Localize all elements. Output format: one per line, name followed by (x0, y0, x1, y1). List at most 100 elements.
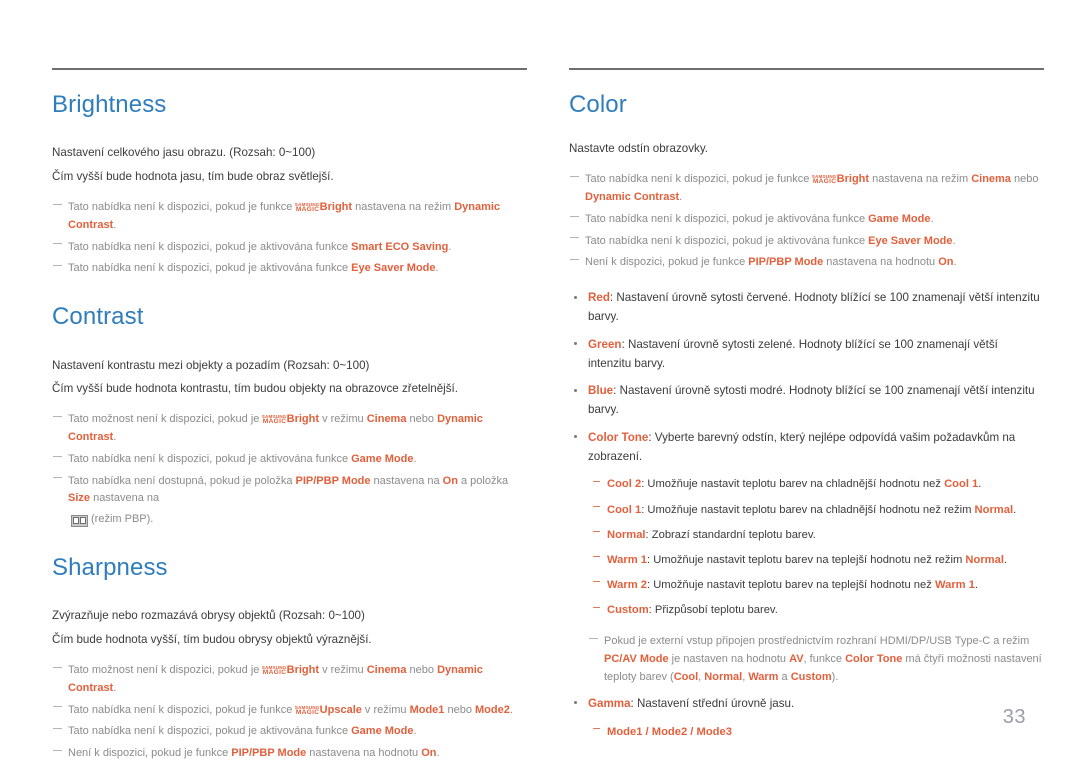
sub-dash-icon (593, 480, 600, 482)
setting-name: PIP/PBP Mode (231, 747, 307, 760)
setting-name: Normal (607, 528, 646, 541)
top-rule-left (52, 68, 527, 70)
magic-feature-name: Bright (286, 413, 320, 426)
setting-name: Game Mode (351, 452, 414, 465)
note-dash-icon (53, 243, 62, 245)
note-dash-icon (589, 638, 598, 640)
heading-brightness: Brightness (52, 91, 167, 118)
setting-name: Size (68, 492, 91, 505)
note: Tato nabídka není k dispozici, pokud je … (569, 211, 1044, 229)
note: Tato nabídka není k dispozici, pokud je … (52, 702, 527, 720)
setting-name: Warm 2 (607, 579, 647, 592)
heading-color: Color (569, 91, 627, 118)
setting-name: Dynamic Contrast (585, 190, 680, 203)
sub-dash-icon (593, 506, 600, 507)
note-pbp-size: Tato nabídka není dostupná, pokud je pol… (52, 473, 527, 529)
list-item: Warm 2: Umožňuje nastavit teplotu barev … (569, 576, 1044, 594)
brightness-body-1: Nastavení celkového jasu obrazu. (Rozsah… (52, 146, 316, 160)
setting-name: Red (588, 291, 610, 305)
section-color: Color Nastavte odstín obrazovky. Tato na… (569, 91, 1044, 741)
note-dash-icon (53, 706, 62, 708)
note: Tato nabídka není k dispozici, pokud je … (569, 171, 1044, 207)
section-contrast: Contrast Nastavení kontrastu mezi objekt… (52, 303, 527, 529)
bullet-dot-icon (574, 295, 577, 299)
setting-name: On (442, 474, 458, 487)
note-dash-icon (53, 666, 62, 668)
note: Tato nabídka není k dispozici, pokud je … (52, 199, 527, 235)
note-dash-icon (53, 477, 62, 479)
note-dash-icon (570, 259, 579, 261)
note: Tato možnost není k dispozici, pokud je … (52, 411, 527, 447)
note-dash-icon (53, 265, 62, 267)
list-item: Red: Nastavení úrovně sytosti červené. H… (569, 289, 1044, 327)
note-av-mode: Pokud je externí vstup připojen prostřed… (569, 633, 1044, 686)
pbp-size-icon (71, 514, 88, 527)
note-dash-icon (570, 176, 579, 177)
setting-name: Custom (607, 604, 649, 617)
setting-name: Smart ECO Saving (351, 240, 449, 253)
note-dash-icon (53, 728, 62, 730)
sub-dash-icon (593, 581, 600, 583)
list-item: Cool 1: Umožňuje nastavit teplotu barev … (569, 501, 1044, 519)
note: Tato nabídka není k dispozici, pokud je … (52, 260, 527, 278)
setting-name: Green (588, 337, 622, 351)
two-column-layout: Brightness Nastavení celkového jasu obra… (52, 68, 1044, 767)
sub-dash-icon (593, 531, 600, 533)
pbp-size-second-line: (režim PBP). (68, 511, 527, 529)
note-dash-icon (53, 750, 62, 752)
manual-page: Brightness Nastavení celkového jasu obra… (0, 0, 1080, 763)
note: Tato nabídka není k dispozici, pokud je … (569, 233, 1044, 251)
setting-name: Mode1 (409, 703, 445, 716)
left-column: Brightness Nastavení celkového jasu obra… (52, 68, 527, 767)
setting-name: On (938, 256, 954, 269)
setting-name: Warm 1 (934, 579, 975, 592)
contrast-body-2: Čím vyšší bude hodnota kontrastu, tím bu… (52, 382, 459, 396)
bullet-dot-icon (574, 435, 577, 439)
setting-name: PC/AV Mode (604, 653, 669, 666)
note-dash-icon (570, 237, 579, 239)
note: Tato nabídka není k dispozici, pokud je … (52, 723, 527, 741)
top-rule-right (569, 68, 1044, 70)
magic-feature-name: Upscale (319, 703, 362, 716)
samsung-magic-logo: SAMSUNG MAGIC (812, 174, 837, 186)
list-item-gamma: Gamma: Nastavení střední úrovně jasu. (569, 695, 1044, 714)
list-item: Color Tone: Vyberte barevný odstín, kter… (569, 429, 1044, 467)
setting-name: Eye Saver Mode (868, 234, 953, 247)
bullet-dot-icon (574, 701, 577, 705)
section-sharpness: Sharpness Zvýrazňuje nebo rozmazává obry… (52, 554, 527, 763)
setting-name: Eye Saver Mode (351, 262, 436, 275)
setting-name: Normal (974, 503, 1014, 516)
magic-feature-name: Bright (286, 663, 320, 676)
brightness-body-2: Čím vyšší bude hodnota jasu, tím bude ob… (52, 170, 334, 184)
heading-contrast: Contrast (52, 303, 144, 331)
note-dash-icon (53, 203, 62, 205)
setting-name: Warm 1 (607, 553, 647, 566)
setting-name: AV (789, 653, 804, 666)
list-item: Warm 1: Umožňuje nastavit teplotu barev … (569, 551, 1044, 569)
note: Tato nabídka není k dispozici, pokud je … (52, 239, 527, 257)
page-number: 33 (1002, 706, 1026, 728)
samsung-magic-logo: SAMSUNG MAGIC (295, 202, 320, 213)
samsung-magic-logo: SAMSUNG MAGIC (262, 414, 287, 426)
sub-dash-icon (593, 727, 600, 729)
setting-name: Color Tone (845, 653, 903, 666)
note-dash-icon (53, 415, 62, 417)
setting-name: Normal (704, 670, 743, 683)
note: Tato nabídka není k dispozici, pokud je … (52, 451, 527, 469)
note-dash-icon (53, 455, 62, 457)
heading-sharpness: Sharpness (52, 554, 168, 582)
setting-name: Cool 2 (607, 478, 642, 491)
setting-name: PIP/PBP Mode (748, 256, 824, 269)
list-item: Cool 2: Umožňuje nastavit teplotu barev … (569, 475, 1044, 493)
bullet-dot-icon (574, 388, 577, 392)
setting-name: Gamma (588, 696, 631, 710)
setting-name: Mode2 (475, 703, 510, 716)
setting-name: Cinema (366, 663, 407, 676)
note: Tato možnost není k dispozici, pokud je … (52, 662, 527, 698)
list-item-gamma-modes: Mode1 / Mode2 / Mode3 (569, 723, 1044, 741)
list-item: Blue: Nastavení úrovně sytosti modré. Ho… (569, 382, 1044, 420)
samsung-magic-logo: SAMSUNG MAGIC (295, 704, 320, 716)
setting-name: Cinema (971, 173, 1011, 186)
setting-name: Dynamic Contrast (68, 200, 501, 231)
setting-name: On (421, 747, 437, 760)
